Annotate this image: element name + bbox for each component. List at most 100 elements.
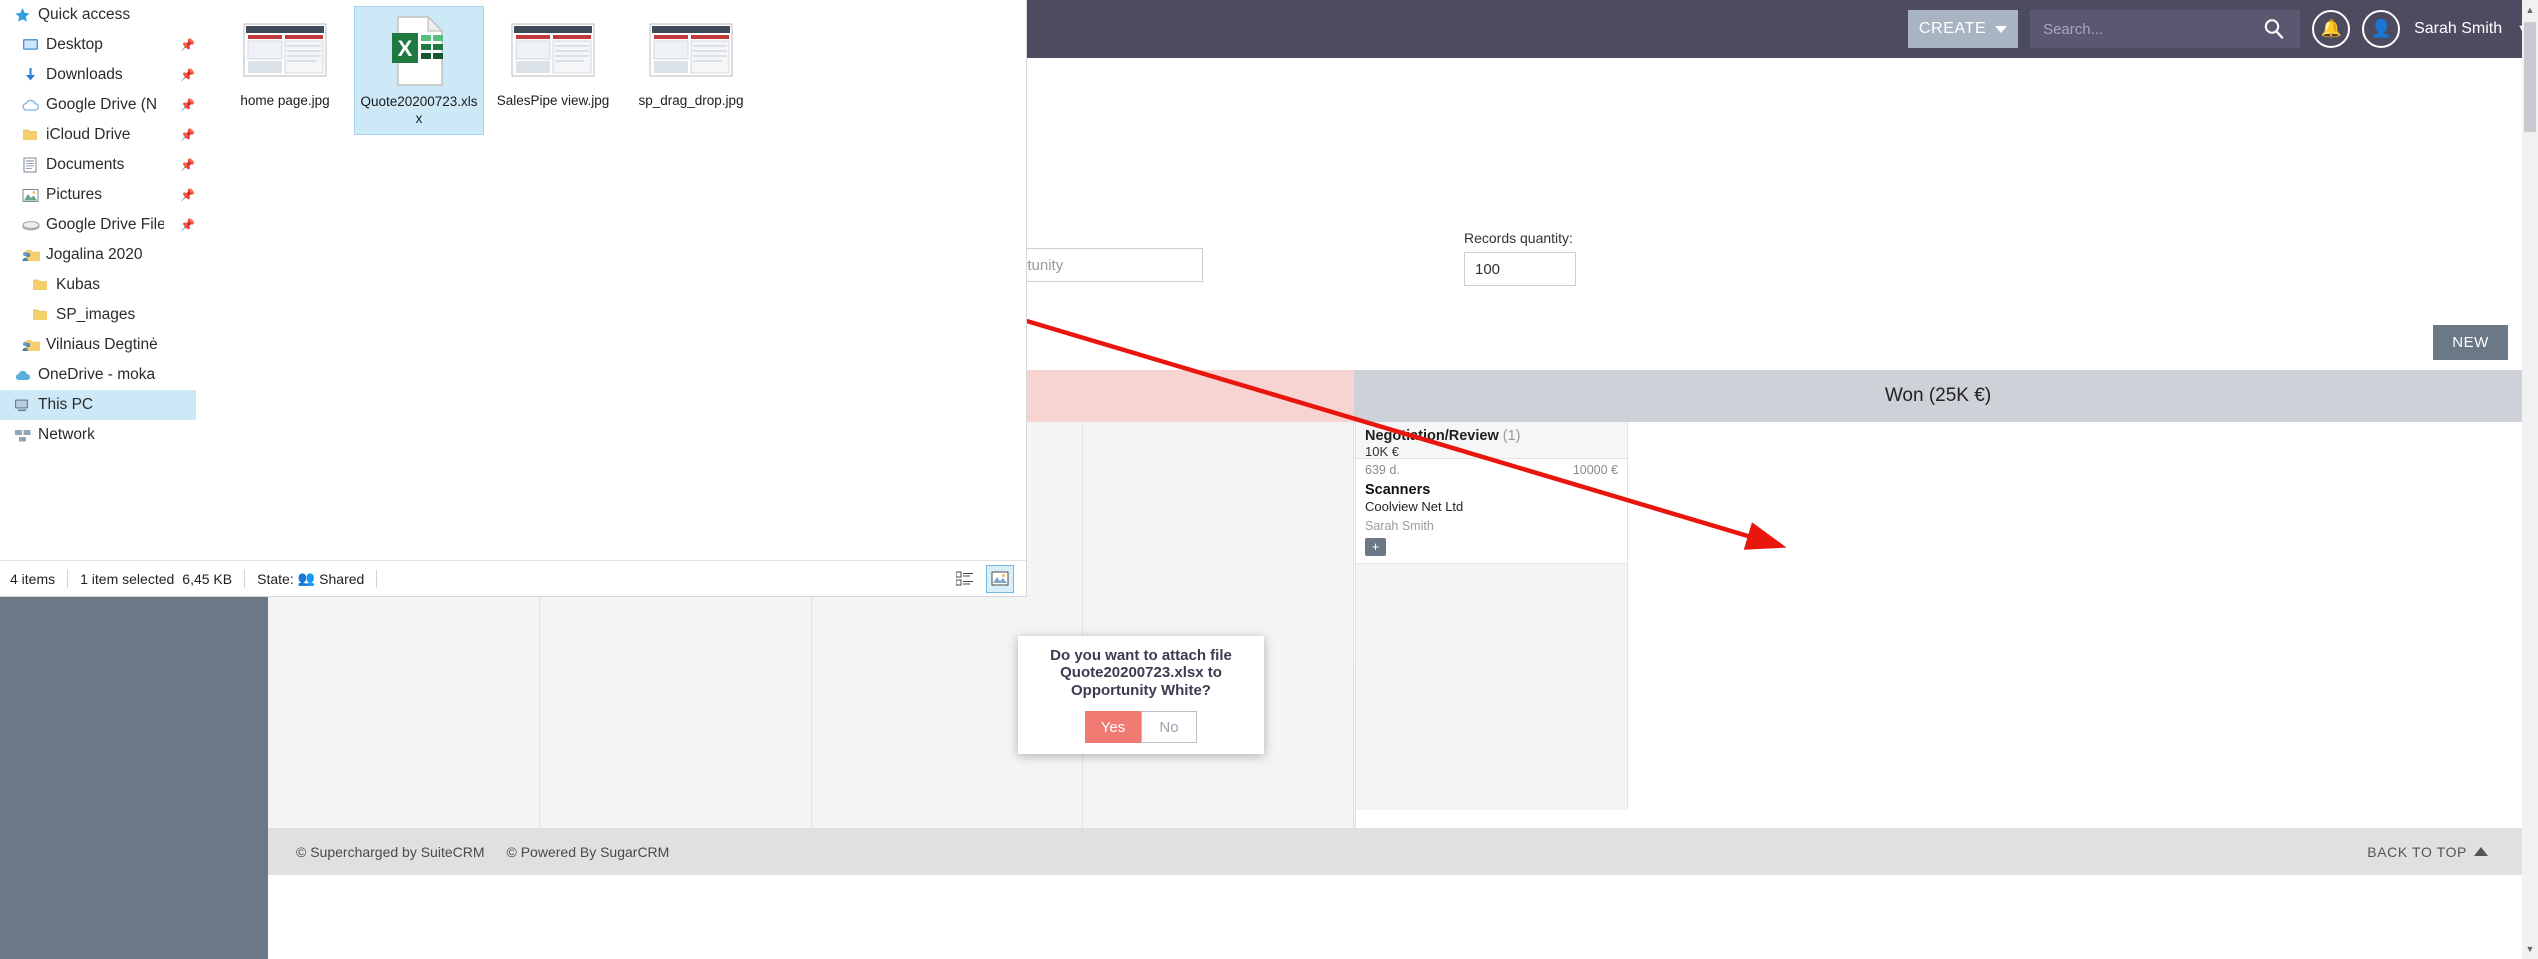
dialog-buttons: Yes No	[1085, 711, 1197, 744]
opportunity-card[interactable]: 639 d. 10000 € Scanners Coolview Net Ltd Sar…	[1356, 459, 1627, 564]
file-name-label: Quote20200723.xlsx	[360, 94, 478, 126]
footer-credits: © Supercharged by SuiteCRM © Powered By …	[296, 844, 669, 860]
search-icon[interactable]	[2262, 17, 2286, 46]
scrollbar-thumb[interactable]	[2524, 22, 2536, 132]
card-amount: 10000 €	[1572, 463, 1618, 477]
card-meta-row: 639 d. 10000 €	[1365, 463, 1618, 477]
sidebar-item-label: This PC	[38, 396, 94, 413]
file-item[interactable]: sp_drag_drop.jpg	[622, 6, 760, 135]
documents-icon	[22, 157, 46, 173]
file-name-label: sp_drag_drop.jpg	[638, 93, 744, 108]
crm-footer: © Supercharged by SuiteCRM © Powered By …	[268, 828, 2522, 875]
arrow-up-icon	[2474, 847, 2488, 856]
sidebar-item-label: Vilniaus Degtinė	[46, 336, 158, 353]
shared-people-icon: 👥	[297, 570, 316, 586]
sidebar-item-kubas[interactable]: Kubas	[0, 270, 196, 300]
folder-icon	[32, 308, 56, 322]
dialog-no-button[interactable]: No	[1141, 711, 1197, 744]
records-quantity-input[interactable]: 100	[1464, 252, 1576, 286]
status-state-value: Shared	[319, 570, 365, 587]
folder-icon	[22, 128, 46, 142]
sidebar-item-downloads[interactable]: Downloads 📌	[0, 60, 196, 90]
search-input[interactable]	[2030, 19, 2251, 39]
this-pc-icon	[14, 398, 38, 413]
file-grid: home page.jpg X Quote20200723.xlsx SalesPip…	[196, 0, 1026, 135]
explorer-navigation-pane: Quick access Desktop 📌 Downloads 📌 Google Dri…	[0, 0, 197, 560]
pipeline-column: Negotiation/Review (1) 10K € 639 d. 10000 €…	[1356, 422, 1628, 810]
excel-file-icon: X	[372, 15, 466, 87]
status-size: 6,45 KB	[182, 570, 233, 587]
folder-icon	[32, 278, 56, 292]
global-search[interactable]	[2030, 10, 2301, 48]
explorer-content-pane: home page.jpg X Quote20200723.xlsx SalesPip…	[196, 0, 1026, 560]
dialog-yes-button[interactable]: Yes	[1085, 711, 1141, 744]
pin-icon: 📌	[180, 98, 195, 112]
status-divider-3	[376, 569, 378, 588]
status-items-count: 4 items	[10, 570, 56, 587]
sidebar-item-this-pc[interactable]: This PC	[0, 390, 196, 420]
pin-icon: 📌	[180, 218, 195, 232]
sidebar-item-desktop[interactable]: Desktop 📌	[0, 30, 196, 60]
view-mode-buttons	[952, 565, 1014, 593]
image-file-icon	[238, 14, 332, 86]
user-name-label: Sarah Smith	[2414, 20, 2503, 37]
sidebar-item-label: Downloads	[46, 66, 123, 83]
sidebar-item-pictures[interactable]: Pictures 📌	[0, 180, 196, 210]
details-view-icon[interactable]	[952, 566, 978, 592]
download-icon	[22, 67, 46, 83]
pipeline-stage-title: Negotiation/Review (1)	[1365, 428, 1618, 444]
large-icons-view-icon[interactable]	[986, 565, 1014, 593]
band-won: Won (25K €)	[1354, 370, 2522, 422]
user-avatar-icon[interactable]: 👤	[2362, 10, 2401, 48]
stage-name: Negotiation/Review	[1365, 428, 1499, 444]
sidebar-item-sp-images[interactable]: SP_images	[0, 300, 196, 330]
sidebar-item-label: Documents	[46, 156, 125, 173]
notification-bell-icon[interactable]: 🔔	[2312, 10, 2351, 48]
drive-disk-icon	[22, 219, 46, 232]
records-quantity-label: Records quantity:	[1464, 230, 1573, 246]
file-item[interactable]: home page.jpg	[216, 6, 354, 135]
file-explorer-window: Quick access Desktop 📌 Downloads 📌 Google Dri…	[0, 0, 1026, 596]
attach-confirm-dialog: Do you want to attach file Quote20200723…	[1018, 636, 1264, 754]
sidebar-item-icloud-drive[interactable]: iCloud Drive 📌	[0, 120, 196, 150]
scroll-down-icon[interactable]: ▼	[2522, 939, 2538, 959]
new-button[interactable]: NEW	[2433, 325, 2508, 360]
sidebar-item-label: Network	[38, 426, 95, 443]
file-item[interactable]: X Quote20200723.xlsx	[354, 6, 484, 135]
file-name-label: home page.jpg	[240, 93, 330, 108]
sidebar-item-label: OneDrive - mokas.lt	[38, 366, 156, 383]
image-file-icon	[644, 14, 738, 86]
create-button[interactable]: CREATE	[1908, 10, 2019, 48]
file-item[interactable]: SalesPipe view.jpg	[484, 6, 622, 135]
pictures-icon	[22, 188, 46, 203]
dialog-message: Do you want to attach file Quote20200723…	[1050, 646, 1232, 699]
sidebar-item-google-drive-file[interactable]: Google Drive File 📌	[0, 210, 196, 240]
status-divider	[67, 569, 69, 588]
sidebar-item-label: Quick access	[38, 6, 131, 23]
sidebar-item-quick-access[interactable]: Quick access	[0, 0, 196, 30]
cloud-icon	[22, 98, 46, 112]
sidebar-item-network[interactable]: Network	[0, 420, 196, 450]
footer-powered: © Powered By SugarCRM	[506, 843, 670, 860]
sidebar-item-jogalina-2020[interactable]: Jogalina 2020	[0, 240, 196, 270]
opportunity-name-input[interactable]: ortunity	[1003, 248, 1203, 282]
pipeline-column-empty-space	[1356, 563, 1627, 810]
sidebar-item-label: Pictures	[46, 186, 102, 203]
pin-icon: 📌	[180, 128, 195, 142]
onedrive-icon	[14, 369, 38, 382]
star-icon	[14, 7, 38, 24]
status-divider-2	[244, 569, 246, 588]
pin-icon: 📌	[180, 158, 195, 172]
back-to-top-button[interactable]: BACK TO TOP	[2367, 844, 2488, 860]
svg-text:X: X	[398, 36, 413, 61]
card-assigned-user: Sarah Smith	[1365, 518, 1434, 533]
sidebar-item-vilniaus-degtin[interactable]: Vilniaus Degtinė	[0, 330, 196, 360]
scroll-up-icon[interactable]: ▲	[2522, 0, 2538, 20]
sidebar-item-google-drive-n[interactable]: Google Drive (N 📌	[0, 90, 196, 120]
page-scrollbar[interactable]: ▲ ▼	[2522, 0, 2538, 959]
status-state-label: State:	[257, 570, 294, 587]
create-button-label: CREATE	[1918, 20, 1987, 37]
card-add-button[interactable]: +	[1365, 537, 1386, 556]
sidebar-item-onedrive-mokas-lt[interactable]: OneDrive - mokas.lt	[0, 360, 196, 390]
sidebar-item-documents[interactable]: Documents 📌	[0, 150, 196, 180]
